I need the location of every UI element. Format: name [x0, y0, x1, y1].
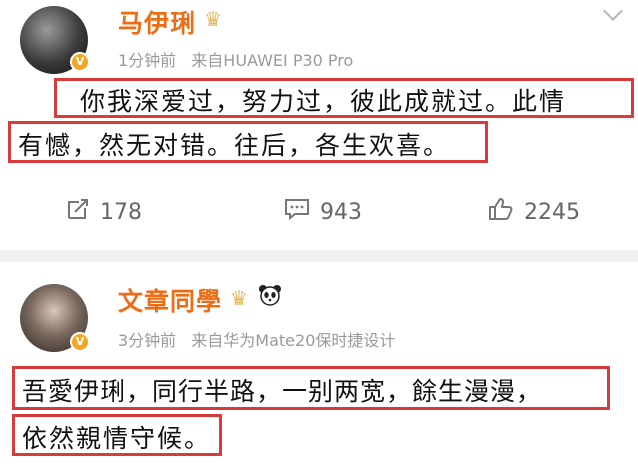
like-button[interactable]: 2245: [488, 197, 580, 227]
verified-badge-icon: V: [70, 332, 90, 352]
thumbs-up-icon: [488, 197, 514, 227]
comment-icon: [284, 197, 310, 227]
vip-crown-icon: ♛: [204, 7, 222, 31]
repost-button[interactable]: 178: [66, 197, 142, 227]
post-meta: 3分钟前 来自华为Mate20保时捷设计: [118, 327, 405, 351]
post-meta: 1分钟前 来自HUAWEI P30 Pro: [118, 47, 363, 71]
vip-crown-icon: ♛: [230, 286, 248, 310]
post-source: 来自HUAWEI P30 Pro: [191, 51, 354, 70]
post-text-line-1: 你我深爱过，努力过，彼此成就过。此情: [80, 87, 567, 116]
post-text-line-1: 吾愛伊琍，同行半路，一别两宽，餘生漫漫，: [22, 377, 543, 406]
repost-icon: [66, 197, 90, 227]
panda-icon: [258, 284, 282, 311]
username[interactable]: 马伊琍: [118, 4, 196, 40]
weibo-post-1: V 马伊琍 ♛ 1分钟前 来自HUAWEI P30 Pro 你我深爱过，努力过，…: [0, 0, 638, 250]
repost-count: 178: [100, 199, 142, 225]
post-text-line-2: 有憾，然无对错。往后，各生欢喜。: [18, 131, 451, 160]
verified-badge-icon: V: [70, 52, 90, 72]
post-text-line-2: 依然親情守候。: [22, 424, 212, 453]
like-count: 2245: [524, 199, 580, 225]
post-time: 3分钟前: [118, 331, 177, 350]
comment-button[interactable]: 943: [284, 197, 362, 227]
post-source: 来自华为Mate20保时捷设计: [191, 331, 396, 350]
username[interactable]: 文章同學: [118, 282, 222, 318]
post-time: 1分钟前: [118, 51, 177, 70]
post-divider: [0, 250, 638, 262]
comment-count: 943: [320, 199, 362, 225]
chevron-down-icon[interactable]: [603, 1, 623, 21]
